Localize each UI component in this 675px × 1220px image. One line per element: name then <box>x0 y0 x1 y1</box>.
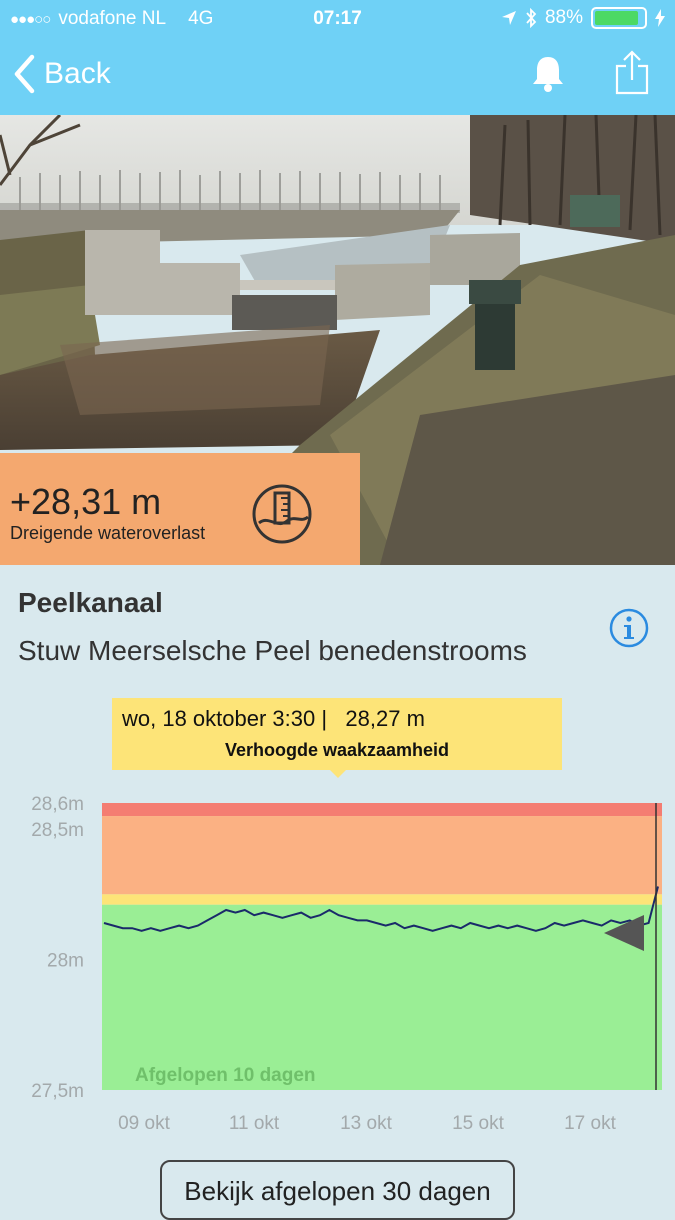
battery-percent: 88% <box>544 7 583 28</box>
y-tick-label: 28,5m <box>31 820 84 841</box>
chevron-left-icon <box>14 54 35 94</box>
y-tick-label: 27,5m <box>31 1081 84 1102</box>
status-bar: ●●●○○ vodafone NL 4G 07:17 88% <box>0 0 675 38</box>
x-tick-label: 11 okt <box>229 1113 280 1134</box>
details-section: Peelkanaal Stuw Meerselsche Peel beneden… <box>0 565 675 1220</box>
charging-icon <box>655 9 665 27</box>
water-level-value: +28,31 m <box>10 481 162 522</box>
water-level-card: +28,31 m Dreigende wateroverlast <box>0 453 360 565</box>
back-label: Back <box>44 57 111 90</box>
x-tick-label: 13 okt <box>340 1113 392 1134</box>
navigation-bar: Back <box>0 38 675 115</box>
bell-icon[interactable] <box>530 54 566 94</box>
share-icon[interactable] <box>614 50 650 96</box>
status-icons: 88% <box>501 7 665 29</box>
back-button[interactable]: Back <box>12 54 111 94</box>
battery-icon <box>591 7 647 29</box>
y-tick-label: 28m <box>47 951 84 972</box>
water-level-status: Dreigende wateroverlast <box>10 523 206 543</box>
y-tick-label: 28,6m <box>31 794 84 815</box>
chart-band-0 <box>102 803 662 817</box>
battery-fill <box>595 11 638 25</box>
x-tick-label: 09 okt <box>118 1113 170 1134</box>
chart-band-1 <box>102 816 662 895</box>
x-tick-label: 17 okt <box>564 1113 616 1134</box>
water-gauge-icon <box>252 484 312 544</box>
location-icon <box>501 11 516 25</box>
chart-band-3 <box>102 904 662 1090</box>
x-tick-label: 15 okt <box>452 1113 504 1134</box>
bluetooth-icon <box>526 8 537 28</box>
water-level-chart[interactable]: 28,6m 28,5m 28m 27,5m 09 okt 11 okt 13 okt 15 … <box>0 565 675 1155</box>
view-30-days-button[interactable]: Bekijk afgelopen 30 dagen <box>160 1160 515 1220</box>
chart-band-2 <box>102 894 662 905</box>
chart-period-label: Afgelopen 10 dagen <box>135 1065 316 1086</box>
